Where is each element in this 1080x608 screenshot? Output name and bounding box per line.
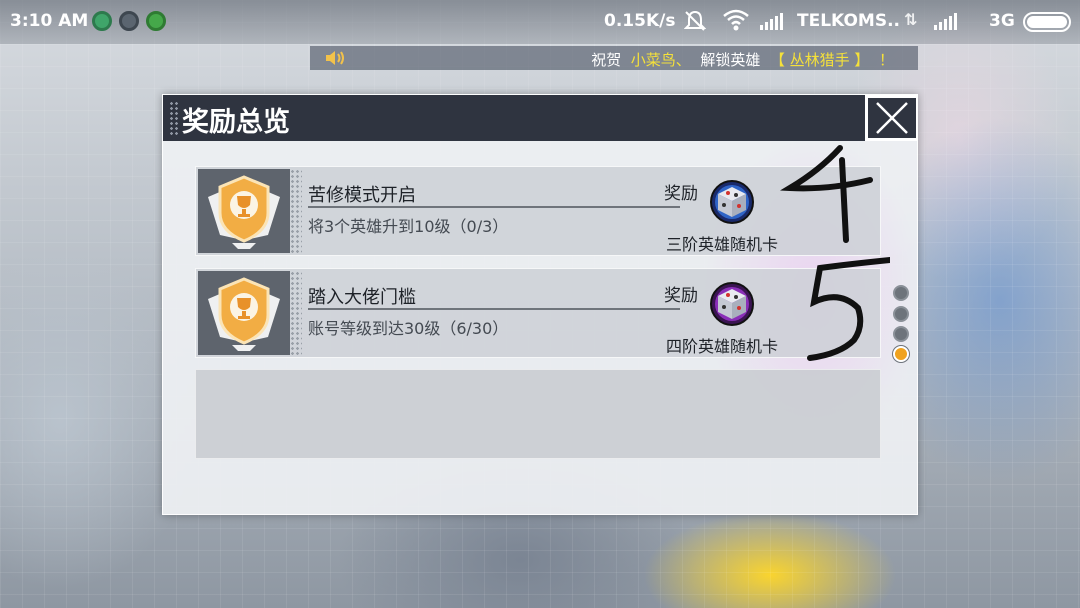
carrier-name: TELKOMS.. [797,11,900,31]
mask-app-icon [119,11,139,31]
announcement-bar: 祝贺 小菜鸟、 解锁英雄 【 丛林猎手 】 ！ [310,46,918,70]
announcement-action: 解锁英雄 [700,51,761,69]
page-dot-active[interactable] [893,346,909,362]
wifi-icon [722,7,750,38]
trophy-badge-icon [198,271,290,355]
shield-app-icon [92,11,112,31]
reward-overview-dialog: 奖励总览 苦修模式开启 将3个英雄升到10级（0/3） 奖励 三阶英雄随机卡 踏… [162,94,918,515]
signal-icon [934,12,957,30]
status-bar: 3:10 AM 0.15K/s TELKOMS.. ⇅ 3G [0,0,1080,44]
announcement-prefix: 祝贺 [591,51,622,69]
reward-name: 三阶英雄随机卡 [666,235,779,254]
close-icon [876,102,908,134]
page-dot[interactable] [893,326,909,342]
reward-label: 奖励 [664,184,698,204]
frog-app-icon [146,11,166,31]
task-description: 账号等级到达30级（6/30） [308,319,509,338]
speaker-icon [324,50,346,66]
badge-decoration [290,169,302,253]
announcement-text: 祝贺 小菜鸟、 解锁英雄 【 丛林猎手 】 ！ [591,49,894,70]
purple-dice-card-icon[interactable] [706,281,758,327]
empty-task-slot [195,369,881,459]
task-row[interactable]: 踏入大佬门槛 账号等级到达30级（6/30） 奖励 四阶英雄随机卡 [195,268,881,358]
battery-icon [1023,12,1071,32]
task-title: 踏入大佬门槛 [308,287,416,308]
announcement-suffix: ！ [878,51,894,69]
network-speed: 0.15K/s [604,11,676,31]
task-title: 苦修模式开启 [308,185,416,206]
reward-label: 奖励 [664,286,698,306]
page-indicator [892,285,910,365]
page-dot[interactable] [893,285,909,301]
announcement-hero: 【 丛林猎手 】 [769,51,870,69]
signal-icon [760,12,783,30]
header-decoration [169,101,179,135]
announcement-player: 小菜鸟、 [630,51,691,69]
task-description: 将3个英雄升到10级（0/3） [308,217,509,236]
data-arrows-icon: ⇅ [904,10,918,29]
task-row[interactable]: 苦修模式开启 将3个英雄升到10级（0/3） 奖励 三阶英雄随机卡 [195,166,881,256]
network-type: 3G [989,11,1015,31]
badge-decoration [290,271,302,355]
mute-icon [683,9,707,38]
page-dot[interactable] [893,306,909,322]
close-button[interactable] [865,95,917,141]
divider [308,206,680,208]
status-time: 3:10 AM [10,11,89,31]
trophy-badge-icon [198,169,290,253]
blue-dice-card-icon[interactable] [706,179,758,225]
divider [308,308,680,310]
dialog-title: 奖励总览 [182,107,290,138]
reward-name: 四阶英雄随机卡 [666,337,779,356]
dialog-header: 奖励总览 [163,95,917,141]
